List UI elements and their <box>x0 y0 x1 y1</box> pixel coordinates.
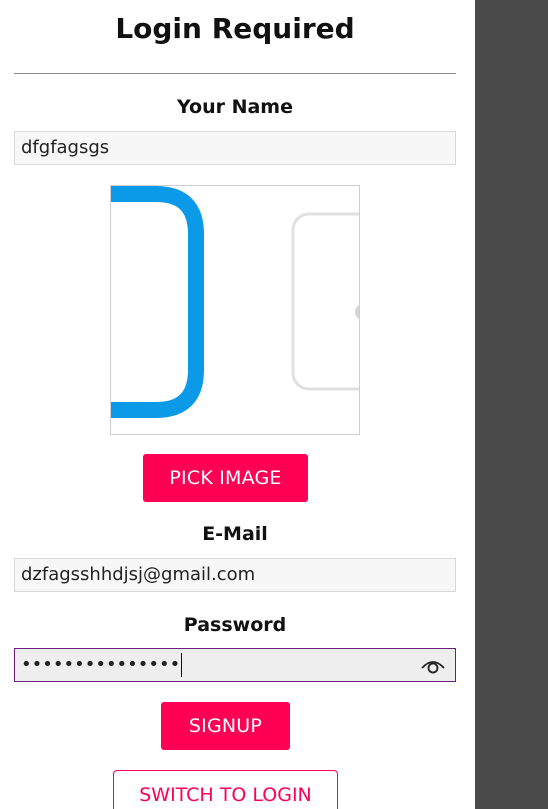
name-input[interactable]: dfgfagsgs <box>14 131 456 165</box>
blue-rounded-shape <box>111 186 204 418</box>
image-preview-graphic <box>111 186 359 418</box>
email-label: E-Mail <box>202 523 268 545</box>
title-divider <box>14 73 456 74</box>
page: Login Required Your Name dfgfagsgs PICK … <box>0 0 548 809</box>
eye-icon[interactable] <box>420 655 446 675</box>
side-panel <box>475 0 548 809</box>
image-preview <box>110 185 360 435</box>
pick-image-button[interactable]: PICK IMAGE <box>143 454 308 502</box>
page-title: Login Required <box>115 12 355 45</box>
switch-to-login-button[interactable]: SWITCH TO LOGIN <box>113 770 338 809</box>
password-label: Password <box>183 614 287 636</box>
signup-button[interactable]: SIGNUP <box>161 702 290 750</box>
text-caret <box>181 653 183 677</box>
signup-form: Login Required Your Name dfgfagsgs PICK … <box>0 0 470 809</box>
password-input[interactable]: ••••••••••••••• <box>14 648 456 682</box>
grey-rounded-shape <box>291 212 359 391</box>
email-input[interactable]: dzfagsshhdjsj@gmail.com <box>14 558 456 592</box>
password-value: ••••••••••••••• <box>21 654 181 675</box>
name-label: Your Name <box>177 96 293 118</box>
